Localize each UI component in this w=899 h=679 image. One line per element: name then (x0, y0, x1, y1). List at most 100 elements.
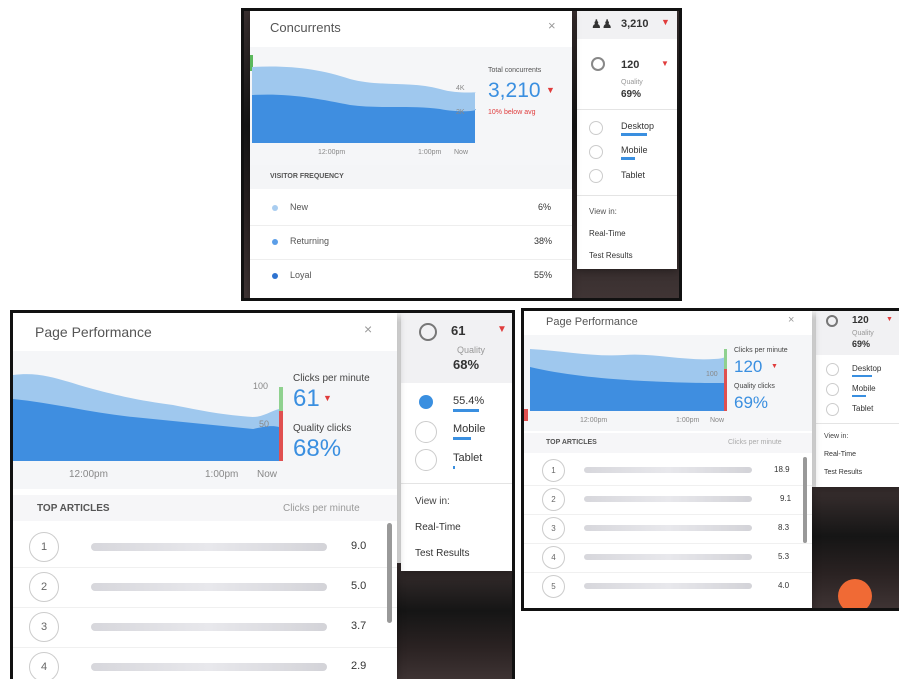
total-value: 3,210 (488, 79, 541, 102)
page-performance-screenshot-large: 61 ▼ Quality 68% 55.4% Mobile Tablet Vie… (10, 310, 515, 679)
table-row[interactable]: 2 5.0 (13, 567, 397, 608)
chart-marker-bottom (724, 369, 727, 411)
device-bar-desktop (621, 133, 647, 136)
quality-value: 68% (453, 357, 480, 372)
rank-badge: 2 (29, 572, 59, 602)
panel-title: Concurrents (270, 20, 341, 35)
table-row[interactable]: 1 18.9 (524, 456, 812, 486)
article-title-blurred (91, 583, 327, 591)
legend-dot (272, 239, 278, 245)
top-articles-header: TOP ARTICLES Clicks per minute (13, 495, 397, 521)
close-icon[interactable]: × (788, 314, 794, 326)
device-radio-mobile[interactable] (826, 383, 839, 396)
side-dashboard: 120 ▼ Quality 69% Desktop Mobile Tablet … (816, 311, 899, 487)
quality-label: Quality (457, 345, 486, 355)
section-title: TOP ARTICLES (37, 503, 110, 514)
table-row[interactable]: 3 3.7 (13, 607, 397, 648)
cpm-label: Clicks per minute (293, 373, 370, 384)
top-articles-header: TOP ARTICLES Clicks per minute (524, 433, 812, 453)
device-radio-desktop[interactable] (826, 363, 839, 376)
visitor-frequency-header: VISITOR FREQUENCY (250, 165, 572, 189)
article-cpm: 9.0 (351, 540, 367, 552)
cpm-value: 61 (293, 385, 320, 412)
table-row[interactable]: 2 9.1 (524, 485, 812, 515)
device-radio-desktop[interactable] (589, 121, 603, 135)
pointer-icon (591, 57, 605, 71)
device-radio-tablet[interactable] (415, 449, 437, 471)
legend-dot (272, 205, 278, 211)
x-tick-now: Now (257, 469, 278, 480)
clicks-chart: 100 12:00pm 1:00pm Now Clicks per minute… (524, 335, 812, 431)
panel-title: Page Performance (546, 316, 638, 328)
article-title-blurred (91, 623, 327, 631)
clicks-value[interactable]: 61 (451, 323, 465, 338)
device-radio-tablet[interactable] (589, 169, 603, 183)
device-radio-desktop[interactable] (419, 395, 433, 409)
realtime-link[interactable]: Real-Time (415, 522, 461, 533)
rank-badge: 5 (542, 575, 565, 598)
article-cpm: 8.3 (778, 523, 790, 532)
clicks-value[interactable]: 120 (621, 59, 639, 71)
table-row[interactable]: 3 8.3 (524, 514, 812, 544)
divider (816, 423, 899, 424)
y-tick-2k: 2K (456, 109, 465, 116)
realtime-link[interactable]: Real-Time (824, 451, 856, 458)
qc-value: 69% (734, 393, 769, 412)
test-results-link[interactable]: Test Results (589, 251, 633, 260)
device-radio-tablet[interactable] (826, 403, 839, 416)
article-title-blurred (584, 525, 752, 531)
qc-label: Quality clicks (293, 423, 352, 434)
page-performance-panel: Page Performance × 100 50 12:00pm 1:00pm… (13, 313, 397, 679)
y-tick-100: 100 (706, 371, 718, 378)
divider (401, 483, 512, 484)
table-row[interactable]: 5 4.0 (524, 572, 812, 601)
list-scrollbar[interactable] (387, 523, 392, 623)
side-dashboard: ♟♟ 3,210 ▼ 120 ▼ Quality 69% Desktop Mob… (577, 11, 677, 269)
people-icon: ♟♟ (591, 17, 613, 31)
realtime-link[interactable]: Real-Time (589, 229, 626, 238)
x-tick-100: 1:00pm (676, 417, 700, 424)
total-label: Total concurrents (488, 67, 542, 74)
device-label-desktop: Desktop (852, 364, 882, 373)
freq-value: 55% (534, 270, 553, 280)
x-tick-100: 1:00pm (205, 469, 239, 480)
play-button[interactable] (838, 579, 872, 608)
close-icon[interactable]: × (364, 321, 372, 337)
y-tick-100: 100 (253, 381, 269, 391)
view-in-label: View in: (589, 207, 617, 216)
test-results-link[interactable]: Test Results (415, 548, 469, 559)
article-title-blurred (91, 663, 327, 671)
clicks-value[interactable]: 120 (852, 315, 869, 326)
x-tick-now: Now (454, 149, 469, 156)
article-title-blurred (584, 554, 752, 560)
below-avg: 10% below avg (488, 109, 536, 116)
table-row[interactable]: 4 5.3 (524, 543, 812, 573)
down-arrow-icon: ▼ (546, 85, 555, 95)
device-radio-mobile[interactable] (589, 145, 603, 159)
device-radio-mobile[interactable] (415, 421, 437, 443)
concurrents-chart: 4K 2K 12:00pm 1:00pm Now Total concurren… (250, 47, 572, 165)
list-item: New 6% (250, 191, 572, 226)
device-label-tablet: Tablet (852, 404, 874, 413)
table-row[interactable]: 1 9.0 (13, 527, 397, 568)
rank-badge: 1 (542, 459, 565, 482)
rank-badge: 3 (542, 517, 565, 540)
article-title-blurred (584, 467, 752, 473)
pointer-icon (826, 315, 838, 327)
qc-value: 68% (293, 435, 342, 462)
device-label-desktop: Desktop (621, 121, 655, 131)
table-row[interactable]: 4 2.9 (13, 647, 397, 679)
article-cpm: 5.0 (351, 580, 367, 592)
side-dashboard: 61 ▼ Quality 68% 55.4% Mobile Tablet Vie… (401, 313, 512, 571)
list-item: Loyal 55% (250, 259, 572, 293)
y-tick-50: 50 (259, 419, 270, 429)
article-cpm: 4.0 (778, 581, 790, 590)
down-arrow-icon: ▼ (886, 316, 893, 323)
x-tick-100: 1:00pm (418, 149, 442, 156)
column-label: Clicks per minute (728, 439, 782, 446)
test-results-link[interactable]: Test Results (824, 469, 862, 476)
close-icon[interactable]: × (548, 18, 556, 33)
concurrents-count[interactable]: 3,210 (621, 18, 649, 30)
section-title: TOP ARTICLES (546, 439, 597, 446)
list-scrollbar[interactable] (803, 457, 807, 543)
